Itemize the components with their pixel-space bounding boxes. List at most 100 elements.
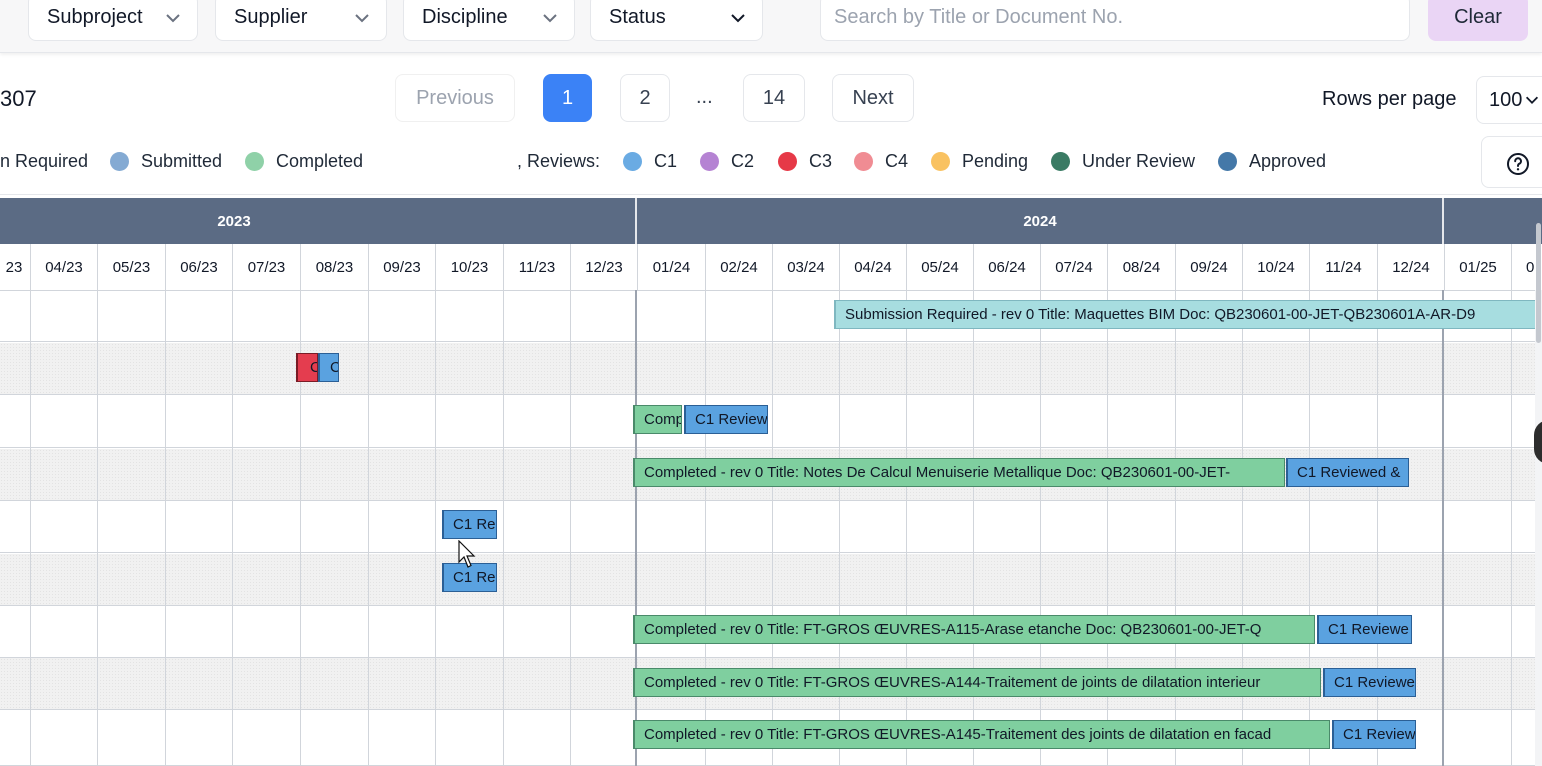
previous-button[interactable]: Previous	[395, 74, 515, 122]
submission-bar[interactable]: Submission Required - rev 0 Title: Maque…	[834, 300, 1542, 329]
gantt-chart: 2023 2024 23 04/23 05/23 06/23 07/23 08/…	[0, 198, 1542, 766]
month-cell: 07/23	[232, 244, 300, 290]
year-divider	[1442, 198, 1444, 244]
search-placeholder: Search by Title or Document No.	[834, 6, 1124, 28]
rows-per-page-select[interactable]: 100	[1476, 76, 1542, 124]
legend-label-approved: Approved	[1249, 151, 1327, 171]
page-1-button[interactable]: 1	[543, 74, 592, 122]
c1-review-bar[interactable]: C1 Reviewe	[1317, 615, 1412, 644]
month-cell: 10/23	[435, 244, 503, 290]
grid-line	[97, 290, 98, 766]
month-cell: 02/24	[705, 244, 772, 290]
legend-label-submission-required: n Required	[0, 151, 89, 171]
grid-line	[232, 290, 233, 766]
year-2024: 2024	[1023, 212, 1057, 230]
month-cell: 06/24	[973, 244, 1040, 290]
c1-review-bar[interactable]: C1 Reviewe	[1323, 668, 1416, 697]
month-cell: 03/24	[772, 244, 839, 290]
month-cell: 01/24	[637, 244, 705, 290]
year-2023: 2023	[217, 212, 251, 230]
legend-divider	[0, 194, 1542, 195]
result-count: 307	[0, 86, 37, 111]
clear-button[interactable]: Clear	[1428, 0, 1528, 41]
question-icon	[1507, 153, 1529, 175]
month-cell: 09/23	[368, 244, 435, 290]
pagination-ellipsis: ...	[696, 86, 713, 108]
legend-dot-c2	[700, 152, 719, 171]
month-cell: 08/23	[300, 244, 368, 290]
mouse-cursor-icon	[458, 540, 476, 568]
page-14-button[interactable]: 14	[743, 74, 805, 122]
scrollbar-thumb[interactable]	[1536, 223, 1541, 343]
completed-bar[interactable]: Completed - rev 0 Title: Notes De Calcul…	[633, 458, 1285, 487]
legend-dot-completed	[245, 152, 264, 171]
month-cell: 12/24	[1377, 244, 1444, 290]
c3-review-bar[interactable]: C	[296, 353, 318, 382]
legend-dot-c3	[778, 152, 797, 171]
legend-label-c4: C4	[885, 151, 909, 171]
supplier-filter[interactable]: Supplier	[215, 0, 387, 41]
legend-label-c1: C1	[654, 151, 678, 171]
legend-dot-c1	[623, 152, 642, 171]
legend-label-completed: Completed	[276, 151, 364, 171]
chevron-down-icon	[731, 14, 745, 23]
discipline-filter[interactable]: Discipline	[403, 0, 575, 41]
rows-per-page-label: Rows per page	[1322, 88, 1457, 110]
month-cell: 11/23	[503, 244, 570, 290]
completed-bar[interactable]: Comp	[633, 405, 682, 434]
legend-label-under-review: Under Review	[1082, 151, 1196, 171]
help-button[interactable]	[1481, 136, 1542, 188]
gantt-body: Submission Required - rev 0 Title: Maque…	[0, 290, 1542, 766]
year-header: 2023 2024	[0, 198, 1542, 244]
month-cell: 04/24	[839, 244, 906, 290]
completed-bar[interactable]: Completed - rev 0 Title: FT-GROS ŒUVRES-…	[633, 668, 1321, 697]
status-filter[interactable]: Status	[590, 0, 763, 41]
completed-bar[interactable]: Completed - rev 0 Title: FT-GROS ŒUVRES-…	[633, 720, 1330, 749]
grid-line	[165, 290, 166, 766]
month-cell: 10/24	[1242, 244, 1309, 290]
month-cell: 01/25	[1444, 244, 1511, 290]
legend-dot-submitted	[110, 152, 129, 171]
legend-dot-approved	[1218, 152, 1237, 171]
legend-label-pending: Pending	[962, 151, 1029, 171]
vertical-scrollbar[interactable]	[1535, 290, 1542, 766]
month-cell: 12/23	[570, 244, 637, 290]
c1-review-bar[interactable]: C	[318, 353, 339, 382]
grid-line	[435, 290, 436, 766]
subproject-filter[interactable]: Subproject	[28, 0, 198, 41]
c1-review-bar[interactable]: C1 Review	[684, 405, 768, 434]
legend-reviews-label: , Reviews:	[517, 151, 601, 171]
grid-line	[30, 290, 31, 766]
next-button[interactable]: Next	[832, 74, 914, 122]
chevron-down-icon	[1525, 96, 1539, 104]
search-input[interactable]: Search by Title or Document No.	[820, 0, 1410, 41]
chevron-down-icon	[543, 14, 557, 23]
subproject-filter-label: Subproject	[47, 6, 143, 28]
grid-line	[1511, 290, 1512, 766]
legend-label-c3: C3	[809, 151, 833, 171]
discipline-filter-label: Discipline	[422, 6, 508, 28]
month-cell: 04/23	[30, 244, 97, 290]
legend-dot-pending	[931, 152, 950, 171]
month-header: 23 04/23 05/23 06/23 07/23 08/23 09/23 1…	[0, 244, 1542, 291]
month-cell: 11/24	[1309, 244, 1377, 290]
legend-label-c2: C2	[731, 151, 755, 171]
status-filter-label: Status	[609, 6, 666, 28]
month-cell: 06/23	[165, 244, 232, 290]
c1-review-bar[interactable]: C1 Re	[442, 510, 497, 539]
c1-review-bar[interactable]: C1 Review	[1332, 720, 1416, 749]
legend-dot-under-review	[1051, 152, 1070, 171]
chevron-down-icon	[166, 14, 180, 23]
legend-label-submitted: Submitted	[141, 151, 223, 171]
supplier-filter-label: Supplier	[234, 6, 308, 28]
grid-line	[570, 290, 571, 766]
rows-per-page-value: 100	[1489, 88, 1523, 111]
completed-bar[interactable]: Completed - rev 0 Title: FT-GROS ŒUVRES-…	[633, 615, 1315, 644]
month-cell: 23	[5, 258, 23, 276]
c1-review-bar[interactable]: C1 Reviewed &	[1286, 458, 1409, 487]
page-2-button[interactable]: 2	[620, 74, 670, 122]
year-grid-line	[1442, 290, 1444, 766]
filter-bar: Subproject Supplier Discipline Status Se…	[0, 0, 1542, 53]
month-cell: 08/24	[1107, 244, 1175, 290]
grid-line	[368, 290, 369, 766]
